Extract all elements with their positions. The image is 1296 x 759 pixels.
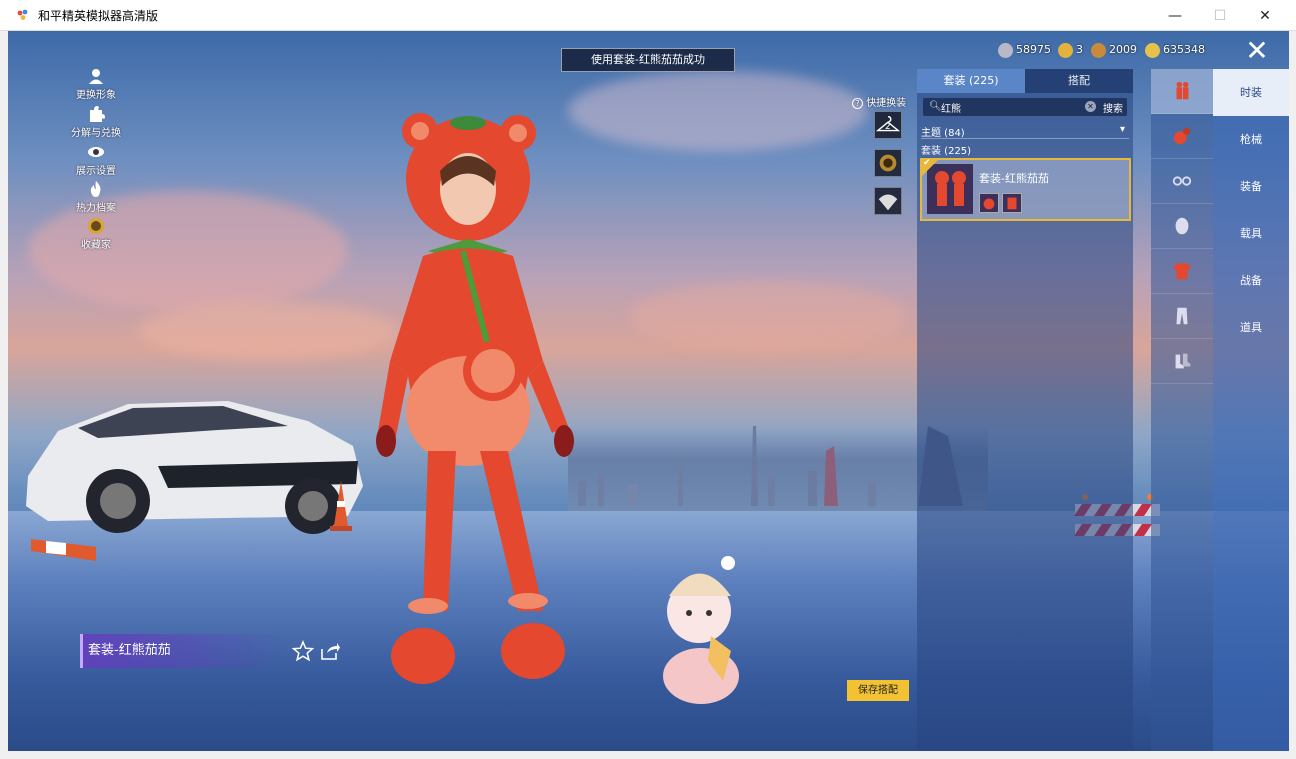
category-shirt[interactable]	[1151, 249, 1213, 294]
gold-token-icon	[1058, 42, 1073, 58]
cloud	[628, 281, 908, 351]
menu-fashion[interactable]: 时装	[1213, 69, 1289, 116]
game-viewport[interactable]: 更换形象 分解与兑换 展示设置 热力档案 收藏家 使用套装-红熊茄茄成功 589…	[8, 31, 1289, 751]
currency-gold-value: 635348	[1163, 43, 1205, 56]
maximize-button[interactable]: ☐	[1197, 0, 1243, 31]
currency-token: 3	[1058, 41, 1083, 59]
minimize-button[interactable]: —	[1152, 0, 1198, 31]
change-avatar-label: 更换形象	[76, 90, 116, 101]
dropdown-arrow-icon: ▾	[1119, 124, 1125, 135]
display-settings-button[interactable]: 展示设置	[61, 143, 131, 177]
outfit-icon	[1007, 197, 1017, 210]
currency-silver-value: 58975	[1016, 43, 1051, 56]
divider	[921, 138, 1129, 139]
search-bar: 🔍︎ ✕ 搜索	[923, 98, 1127, 116]
category-face[interactable]	[1151, 204, 1213, 249]
window-titlebar: 和平精英模拟器高清版 — ☐ ✕	[0, 0, 1296, 31]
silver-coin-icon	[998, 42, 1013, 58]
flame-icon	[90, 181, 101, 197]
tab-combo[interactable]: 搭配	[1025, 69, 1133, 93]
category-outfit[interactable]	[1151, 69, 1213, 114]
category-goggles[interactable]	[1151, 159, 1213, 204]
menu-vehicles[interactable]: 载具	[1213, 210, 1289, 257]
category-grenade[interactable]	[1151, 114, 1213, 159]
current-outfit-label: 套装-红熊茄茄	[80, 634, 285, 668]
outfit-icon	[1176, 81, 1189, 100]
quick-change-slot-button[interactable]: 2	[874, 111, 902, 139]
quick-change-slot-count: 2	[885, 122, 891, 132]
window-title: 和平精英模拟器高清版	[38, 9, 159, 23]
suit-item-card[interactable]: ✔ 套装-红熊茄茄	[920, 158, 1131, 221]
heat-archive-label: 热力档案	[76, 203, 116, 214]
currency-bronze-value: 2009	[1109, 43, 1137, 56]
person-icon	[89, 69, 103, 84]
pants-icon	[1176, 307, 1188, 325]
decompose-exchange-button[interactable]: 分解与兑换	[61, 105, 131, 139]
collector-label: 收藏家	[81, 240, 111, 251]
goggles-icon	[1172, 176, 1192, 186]
quick-change-emblem-button[interactable]	[874, 149, 902, 177]
currency-token-value: 3	[1076, 43, 1083, 56]
shirt-icon	[1172, 262, 1192, 280]
decompose-exchange-label: 分解与兑换	[71, 128, 121, 139]
clear-search-icon[interactable]: ✕	[1085, 101, 1096, 112]
menu-items[interactable]: 道具	[1213, 304, 1289, 351]
display-settings-label: 展示设置	[76, 166, 116, 177]
suits-category-label: 套装 (225)	[921, 146, 972, 157]
quick-change-parachute-button[interactable]	[874, 187, 902, 215]
change-avatar-button[interactable]: 更换形象	[61, 67, 131, 101]
traffic-cone	[330, 481, 352, 531]
category-shoes[interactable]	[1151, 339, 1213, 384]
search-button[interactable]: 搜索	[1103, 100, 1123, 115]
category-pants[interactable]	[1151, 294, 1213, 339]
gold-coin-icon	[1145, 42, 1160, 58]
heat-archive-button[interactable]: 热力档案	[61, 180, 131, 214]
collector-badge-icon	[88, 218, 104, 234]
grenade-icon	[1173, 127, 1191, 145]
theme-filter[interactable]: 主题 (84) ▾	[921, 124, 1129, 139]
help-icon[interactable]: ?	[852, 98, 863, 109]
panel-tabs: 套装 (225) 搭配	[917, 69, 1133, 93]
category-icon-column	[1151, 69, 1213, 751]
menu-firearms[interactable]: 枪械	[1213, 116, 1289, 163]
grenade-icon	[983, 198, 995, 210]
app-logo-icon	[17, 9, 28, 20]
checkmark-icon: ✔	[923, 158, 931, 168]
currency-gold: 635348	[1145, 41, 1205, 59]
share-icon[interactable]	[319, 640, 341, 662]
pet-companion[interactable]	[653, 541, 748, 706]
search-icon: 🔍︎	[929, 101, 942, 112]
quick-change-label: ? 快捷换装	[852, 94, 906, 109]
inventory-panel: 套装 (225) 搭配 🔍︎ ✕ 搜索 主题 (84) ▾ 套装 (225) ✔…	[917, 69, 1133, 751]
traffic-cone	[31, 539, 96, 561]
bronze-coin-icon	[1091, 42, 1106, 58]
puzzle-icon	[90, 106, 105, 122]
face-icon	[1175, 217, 1189, 235]
close-icon[interactable]: ✕	[1240, 36, 1274, 66]
shoes-icon	[1175, 353, 1191, 369]
cloud	[138, 301, 398, 361]
parachute-icon	[878, 194, 898, 211]
favorite-star-icon[interactable]	[292, 640, 314, 662]
close-window-button[interactable]: ✕	[1242, 0, 1288, 31]
menu-equipment[interactable]: 装备	[1213, 163, 1289, 210]
cloud	[568, 71, 868, 151]
emblem-icon	[879, 154, 897, 172]
character-model[interactable]	[368, 101, 608, 701]
eye-icon	[88, 147, 104, 157]
main-category-menu: 时装 枪械 装备 载具 战备 道具	[1213, 69, 1289, 751]
currency-silver: 58975	[998, 41, 1051, 59]
tab-suits[interactable]: 套装 (225)	[917, 69, 1025, 93]
suit-part-outfit[interactable]	[1002, 193, 1022, 213]
currency-bronze: 2009	[1091, 41, 1137, 59]
suit-item-name: 套装-红熊茄茄	[979, 172, 1049, 185]
save-outfit-button[interactable]: 保存搭配	[847, 680, 909, 701]
notification-banner: 使用套装-红熊茄茄成功	[561, 48, 735, 72]
menu-battle-gear[interactable]: 战备	[1213, 257, 1289, 304]
suit-part-grenade[interactable]	[979, 193, 999, 213]
collector-button[interactable]: 收藏家	[61, 217, 131, 251]
search-input[interactable]	[941, 99, 1071, 115]
